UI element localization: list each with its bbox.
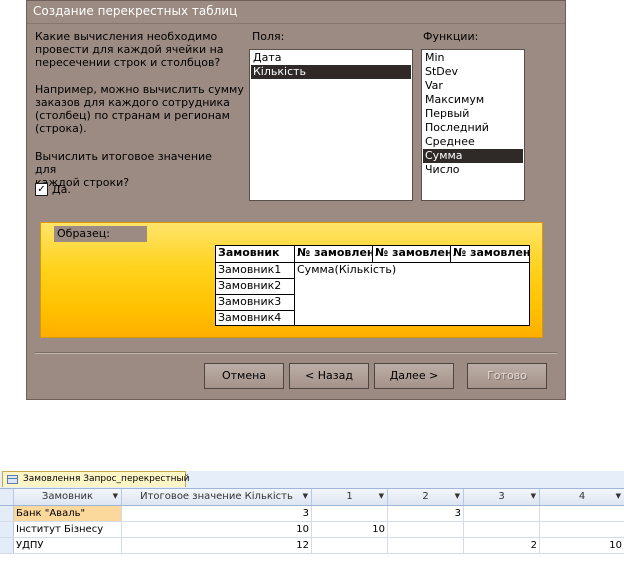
example-line: (строка).: [35, 122, 87, 135]
cell-col-1[interactable]: [312, 538, 388, 553]
column-header-2[interactable]: 2 ▼: [388, 489, 464, 505]
dropdown-arrow-icon[interactable]: ▼: [455, 489, 460, 504]
next-button[interactable]: Далее >: [374, 363, 454, 389]
cell-total[interactable]: 12: [122, 538, 312, 553]
column-header-4[interactable]: 4 ▼: [540, 489, 624, 505]
question-line: провести для каждой ячейки на: [35, 43, 224, 56]
sample-header: Замовник: [216, 246, 295, 263]
sample-row-label: Замовник2: [216, 279, 295, 295]
cell-col-1[interactable]: 10: [312, 522, 388, 537]
document-tab-label: Замовлення Запрос_перекрестный: [23, 474, 190, 484]
example-line: (столбец) по странам и регионам: [35, 109, 230, 122]
finish-button[interactable]: Готово: [467, 363, 547, 389]
dropdown-arrow-icon[interactable]: ▼: [303, 489, 308, 504]
sample-row-label: Замовник3: [216, 295, 295, 311]
cell-col-4[interactable]: 10: [540, 538, 624, 553]
fields-label: Поля:: [252, 30, 285, 43]
row-selector[interactable]: [0, 522, 14, 537]
column-header-total[interactable]: Итоговое значение Кількість ▼: [122, 489, 312, 505]
function-item[interactable]: Var: [423, 79, 523, 93]
cell-col-4[interactable]: [540, 522, 624, 537]
column-header-label: 2: [422, 491, 429, 502]
dialog-titlebar: Создание перекрестных таблиц: [27, 1, 565, 24]
column-header-label: 4: [578, 491, 586, 502]
functions-listbox[interactable]: Min StDev Var Максимум Первый Последний …: [421, 49, 525, 201]
total-question-line: Вычислить итоговое значение для: [35, 150, 212, 176]
question-line: Какие вычисления необходимо: [35, 30, 218, 43]
sample-header: № замовлен: [373, 246, 451, 263]
cell-zamovnyk[interactable]: УДПУ: [14, 538, 122, 553]
row-total-checkbox-row[interactable]: ✓ Да.: [35, 183, 71, 196]
cancel-button[interactable]: Отмена: [204, 363, 284, 389]
field-item[interactable]: Дата: [251, 51, 411, 65]
example-line: Например, можно вычислить сумму: [35, 83, 244, 96]
column-header-label: Замовник: [41, 491, 94, 502]
dropdown-arrow-icon[interactable]: ▼: [616, 489, 621, 504]
function-item[interactable]: Min: [423, 51, 523, 65]
dropdown-arrow-icon[interactable]: ▼: [379, 489, 384, 504]
function-item[interactable]: Число: [423, 163, 523, 177]
row-selector[interactable]: [0, 538, 14, 553]
crosstab-wizard-dialog: Создание перекрестных таблиц Какие вычис…: [26, 0, 566, 400]
button-separator: [35, 352, 557, 354]
function-item[interactable]: Максимум: [423, 93, 523, 107]
cell-total[interactable]: 10: [122, 522, 312, 537]
dialog-title: Создание перекрестных таблиц: [33, 4, 238, 18]
document-tab[interactable]: Замовлення Запрос_перекрестный: [2, 471, 190, 487]
back-button[interactable]: < Назад: [289, 363, 369, 389]
row-selector[interactable]: [0, 506, 14, 521]
sample-header: № замовлен: [451, 246, 529, 263]
function-item[interactable]: Первый: [423, 107, 523, 121]
example-line: заказов для каждого сотрудника: [35, 96, 230, 109]
sample-preview: Образец: Замовник № замовлен № замовлен …: [40, 222, 543, 338]
example-text: Например, можно вычислить сумму заказов …: [35, 83, 245, 135]
function-item[interactable]: Среднее: [423, 135, 523, 149]
cell-col-1[interactable]: [312, 506, 388, 521]
select-all-corner[interactable]: [0, 489, 14, 505]
column-header-1[interactable]: 1 ▼: [312, 489, 388, 505]
field-item-selected[interactable]: Кількість: [251, 65, 411, 79]
cell-col-2[interactable]: [388, 538, 464, 553]
sample-grid: Замовник № замовлен № замовлен № замовле…: [215, 245, 530, 326]
cell-col-4[interactable]: [540, 506, 624, 521]
cell-zamovnyk[interactable]: Банк "Аваль": [14, 506, 122, 521]
cell-col-2[interactable]: 3: [388, 506, 464, 521]
sample-value: Сумма(Кількість): [297, 263, 397, 276]
calculation-question: Какие вычисления необходимо провести для…: [35, 30, 235, 69]
column-header-label: 3: [498, 491, 505, 502]
function-item[interactable]: StDev: [423, 65, 523, 79]
column-header-zamovnyk[interactable]: Замовник ▼: [14, 489, 122, 505]
crosstab-query-datasheet: Замовлення Запрос_перекрестный Замовник …: [0, 471, 624, 563]
sample-header: № замовлен: [295, 246, 373, 263]
fields-listbox[interactable]: Дата Кількість: [249, 49, 413, 201]
cell-zamovnyk[interactable]: Інститут Бізнесу: [14, 522, 122, 537]
table-row[interactable]: Банк "Аваль" 3 3: [0, 506, 624, 522]
question-line: пересечении строк и столбцов?: [35, 56, 221, 69]
function-item[interactable]: Последний: [423, 121, 523, 135]
table-row[interactable]: Інститут Бізнесу 10 10: [0, 522, 624, 538]
cell-col-3[interactable]: [464, 506, 540, 521]
cell-col-2[interactable]: [388, 522, 464, 537]
column-header-3[interactable]: 3 ▼: [464, 489, 540, 505]
column-header-row: Замовник ▼ Итоговое значение Кількість ▼…: [0, 489, 624, 506]
cell-total[interactable]: 3: [122, 506, 312, 521]
sample-label: Образец:: [54, 226, 147, 242]
table-row[interactable]: УДПУ 12 2 10: [0, 538, 624, 554]
sample-row-label: Замовник1: [216, 263, 295, 279]
column-header-label: 1: [346, 491, 353, 502]
document-tab-bar: Замовлення Запрос_перекрестный: [0, 471, 624, 489]
sample-row-label: Замовник4: [216, 311, 295, 325]
dropdown-arrow-icon[interactable]: ▼: [113, 489, 118, 504]
dropdown-arrow-icon[interactable]: ▼: [531, 489, 536, 504]
cell-col-3[interactable]: 2: [464, 538, 540, 553]
function-item-selected[interactable]: Сумма: [423, 149, 523, 163]
query-icon: [7, 475, 18, 484]
row-total-checkbox-label[interactable]: Да.: [52, 183, 71, 196]
cell-col-3[interactable]: [464, 522, 540, 537]
row-total-checkbox[interactable]: ✓: [35, 183, 48, 196]
column-header-label: Итоговое значение Кількість: [140, 491, 293, 502]
functions-label: Функции:: [423, 30, 479, 43]
